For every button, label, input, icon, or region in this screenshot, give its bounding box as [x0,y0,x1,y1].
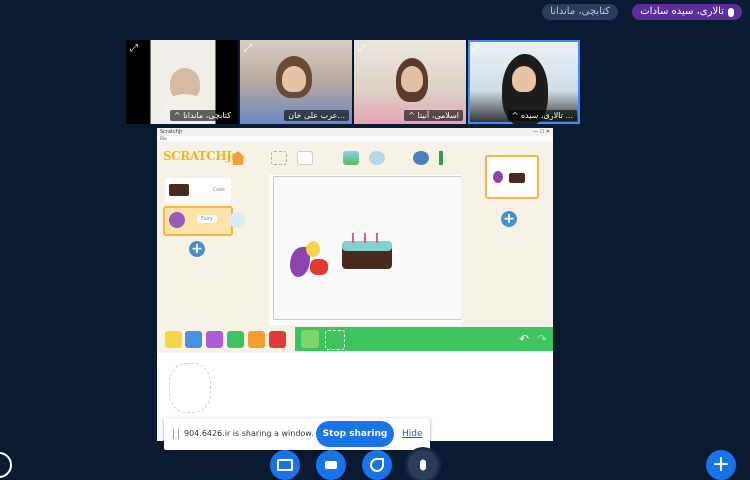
phone-icon [370,458,384,472]
video-tile-strip: ⤢ ^ کتابچی، ماندانا ⤢ عرب علی خان... ⤢ ^… [126,40,580,124]
sharing-notification-bar: 904.6426.ir is sharing a window. Stop sh… [164,418,430,450]
mic-icon [728,7,734,17]
end-category-icon[interactable] [269,331,286,348]
drag-handle-icon[interactable] [173,429,179,439]
phone-button[interactable] [362,450,392,480]
add-sprite-button[interactable]: + [189,241,205,257]
background-icon[interactable] [343,151,359,165]
stop-sharing-button[interactable]: Stop sharing [316,421,394,447]
reset-icon[interactable] [413,151,429,165]
video-tile[interactable]: ⤢ عرب علی خان... [240,40,352,124]
tile-name: عرب علی خان... [284,110,349,121]
share-screen-button[interactable] [270,450,300,480]
fullscreen-icon[interactable] [271,151,287,165]
monitor-icon [277,459,293,471]
sprite-label: Cake [212,187,225,193]
undo-icon[interactable]: ↶ [519,332,529,346]
control-category-icon[interactable] [248,331,265,348]
expand-icon[interactable]: ⤢ [472,43,480,54]
play-sound-block[interactable] [301,330,319,348]
fairy-sprite[interactable] [290,241,330,289]
shared-window: ScratchJr — ☐ ✕ File SCRATCHJr Cake Fair… [157,128,553,441]
page-thumbnail[interactable] [485,155,539,199]
triggers-category-icon[interactable] [165,331,182,348]
redo-icon[interactable]: ↷ [537,332,547,346]
microphone-button[interactable] [408,450,438,480]
grid-icon[interactable] [297,151,313,165]
sharing-message: 904.6426.ir is sharing a window. [184,429,314,438]
add-button[interactable]: + [706,450,736,480]
video-tile[interactable]: ⤢ ^ کتابچی، ماندانا [126,40,238,124]
expand-icon[interactable]: ⤢ [130,43,138,54]
scratchjr-logo: SCRATCHJr [163,149,238,163]
sprite-list: Cake Fairy + [157,175,269,325]
window-titlebar: ScratchJr — ☐ ✕ [157,128,553,136]
paint-brush-icon[interactable] [229,212,245,228]
expand-icon[interactable]: ⤢ [244,43,252,54]
window-controls[interactable]: — ☐ ✕ [533,129,550,135]
motion-category-icon[interactable] [185,331,202,348]
sprite-card-cake[interactable]: Cake [165,178,231,204]
participant-face [512,66,536,92]
active-speaker-pill: تالاری، سیده سادات [632,4,742,20]
window-title: ScratchJr [160,129,183,135]
fairy-watermark [169,363,211,413]
add-page-button[interactable]: + [501,211,517,227]
sound-category-icon[interactable] [227,331,244,348]
looks-category-icon[interactable] [206,331,223,348]
tile-name: ^ اسلامی، آنیتا [404,110,463,121]
video-tile[interactable]: ⤢ ^ اسلامی، آنیتا [354,40,466,124]
speaker-pill-mandana: کتابچی، ماندانا [542,4,618,20]
camera-button[interactable] [316,450,346,480]
green-flag-icon[interactable] [439,151,443,165]
cake-sprite[interactable] [342,233,392,269]
hide-link[interactable]: Hide [402,429,423,439]
sprite-label: Fairy [197,215,217,223]
tile-name: ^ تالاری، سیده ... [507,110,577,121]
active-speaker-name: تالاری، سیده سادات [640,6,724,17]
stage-canvas[interactable] [273,176,463,320]
camera-icon [325,461,337,469]
expand-icon[interactable]: ⤢ [358,43,366,54]
record-sound-block[interactable] [325,330,345,350]
text-icon[interactable] [369,151,385,165]
video-tile-selected[interactable]: ⤢ ^ تالاری، سیده ... [468,40,580,124]
participant-face [401,66,423,92]
leave-icon[interactable] [0,452,12,478]
microphone-icon [420,459,426,471]
pages-panel: + [461,141,553,325]
cake-icon [169,184,189,196]
participant-face [282,66,306,92]
tile-name: ^ کتابچی، ماندانا [169,110,235,121]
sprite-card-fairy[interactable]: Fairy [163,206,245,236]
fairy-icon [169,212,185,228]
block-palette: ↶ ↷ [295,327,553,351]
